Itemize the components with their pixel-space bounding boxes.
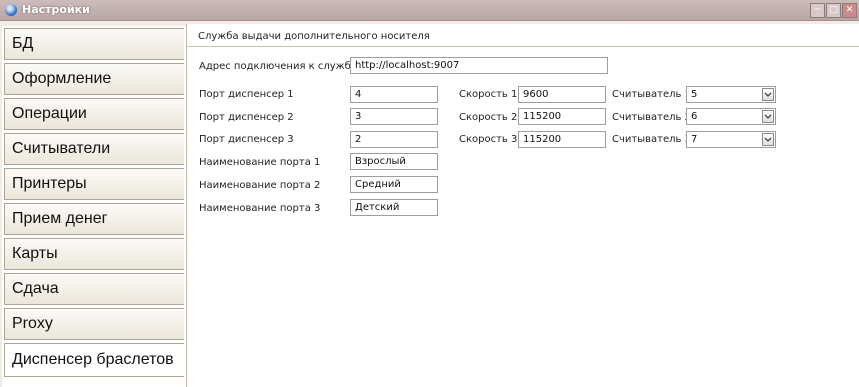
- tab-appearance[interactable]: Оформление: [4, 63, 184, 95]
- dispenser-port-1-input[interactable]: 4: [350, 86, 438, 103]
- tab-cards[interactable]: Карты: [4, 238, 184, 270]
- reader-1-value: 5: [691, 89, 698, 100]
- reader-2-value: 6: [691, 111, 698, 122]
- speed-2-label: Скорость 2: [459, 112, 518, 123]
- reader-3-value: 7: [691, 134, 698, 145]
- tab-bracelet-dispenser[interactable]: Диспенсер браслетов: [4, 343, 184, 377]
- tab-readers[interactable]: Считыватели: [4, 133, 184, 165]
- close-button[interactable]: ✕: [842, 3, 857, 18]
- reader-2-select[interactable]: 6: [686, 108, 776, 125]
- dispenser-port-3-label: Порт диспенсер 3: [199, 134, 294, 145]
- port-name-2-input[interactable]: Средний: [350, 176, 438, 193]
- minimize-button[interactable]: ─: [810, 3, 825, 18]
- tab-proxy[interactable]: Proxy: [4, 308, 184, 340]
- tab-printers[interactable]: Принтеры: [4, 168, 184, 200]
- dispenser-port-2-input[interactable]: 3: [350, 108, 438, 125]
- service-address-input[interactable]: http://localhost:9007: [350, 57, 608, 74]
- tab-change[interactable]: Сдача: [4, 273, 184, 305]
- chevron-down-icon[interactable]: [762, 133, 774, 146]
- reader-1-select[interactable]: 5: [686, 86, 776, 103]
- maximize-button[interactable]: □: [826, 3, 841, 18]
- service-address-label: Адрес подключения к службе: [199, 61, 357, 72]
- tab-db[interactable]: БД: [4, 28, 184, 60]
- title-bar: Настройки ─ □ ✕: [0, 0, 859, 21]
- tab-cash-acceptance[interactable]: Прием денег: [4, 203, 184, 235]
- reader-3-label: Считыватель 3: [612, 134, 691, 145]
- dispenser-port-1-label: Порт диспенсер 1: [199, 89, 294, 100]
- chevron-down-icon[interactable]: [762, 110, 774, 123]
- port-name-1-input[interactable]: Взрослый: [350, 153, 438, 170]
- settings-tab-list: БД Оформление Операции Считыватели Принт…: [2, 26, 187, 387]
- port-name-1-label: Наименование порта 1: [199, 157, 321, 168]
- reader-1-label: Считыватель 1: [612, 89, 691, 100]
- dispenser-port-2-label: Порт диспенсер 2: [199, 112, 294, 123]
- speed-2-input[interactable]: 115200: [518, 108, 606, 125]
- port-name-2-label: Наименование порта 2: [199, 180, 321, 191]
- group-divider: [186, 46, 859, 47]
- group-title: Служба выдачи дополнительного носителя: [198, 31, 430, 42]
- speed-3-label: Скорость 3: [459, 134, 518, 145]
- speed-3-input[interactable]: 115200: [518, 131, 606, 148]
- dispenser-port-3-input[interactable]: 2: [350, 131, 438, 148]
- reader-3-select[interactable]: 7: [686, 131, 776, 148]
- reader-2-label: Считыватель 2: [612, 112, 691, 123]
- chevron-down-icon[interactable]: [762, 88, 774, 101]
- window-title: Настройки: [22, 3, 90, 16]
- app-icon: [5, 4, 17, 16]
- port-name-3-input[interactable]: Детский: [350, 199, 438, 216]
- tab-operations[interactable]: Операции: [4, 98, 184, 130]
- speed-1-input[interactable]: 9600: [518, 86, 606, 103]
- port-name-3-label: Наименование порта 3: [199, 203, 321, 214]
- speed-1-label: Скорость 1: [459, 89, 518, 100]
